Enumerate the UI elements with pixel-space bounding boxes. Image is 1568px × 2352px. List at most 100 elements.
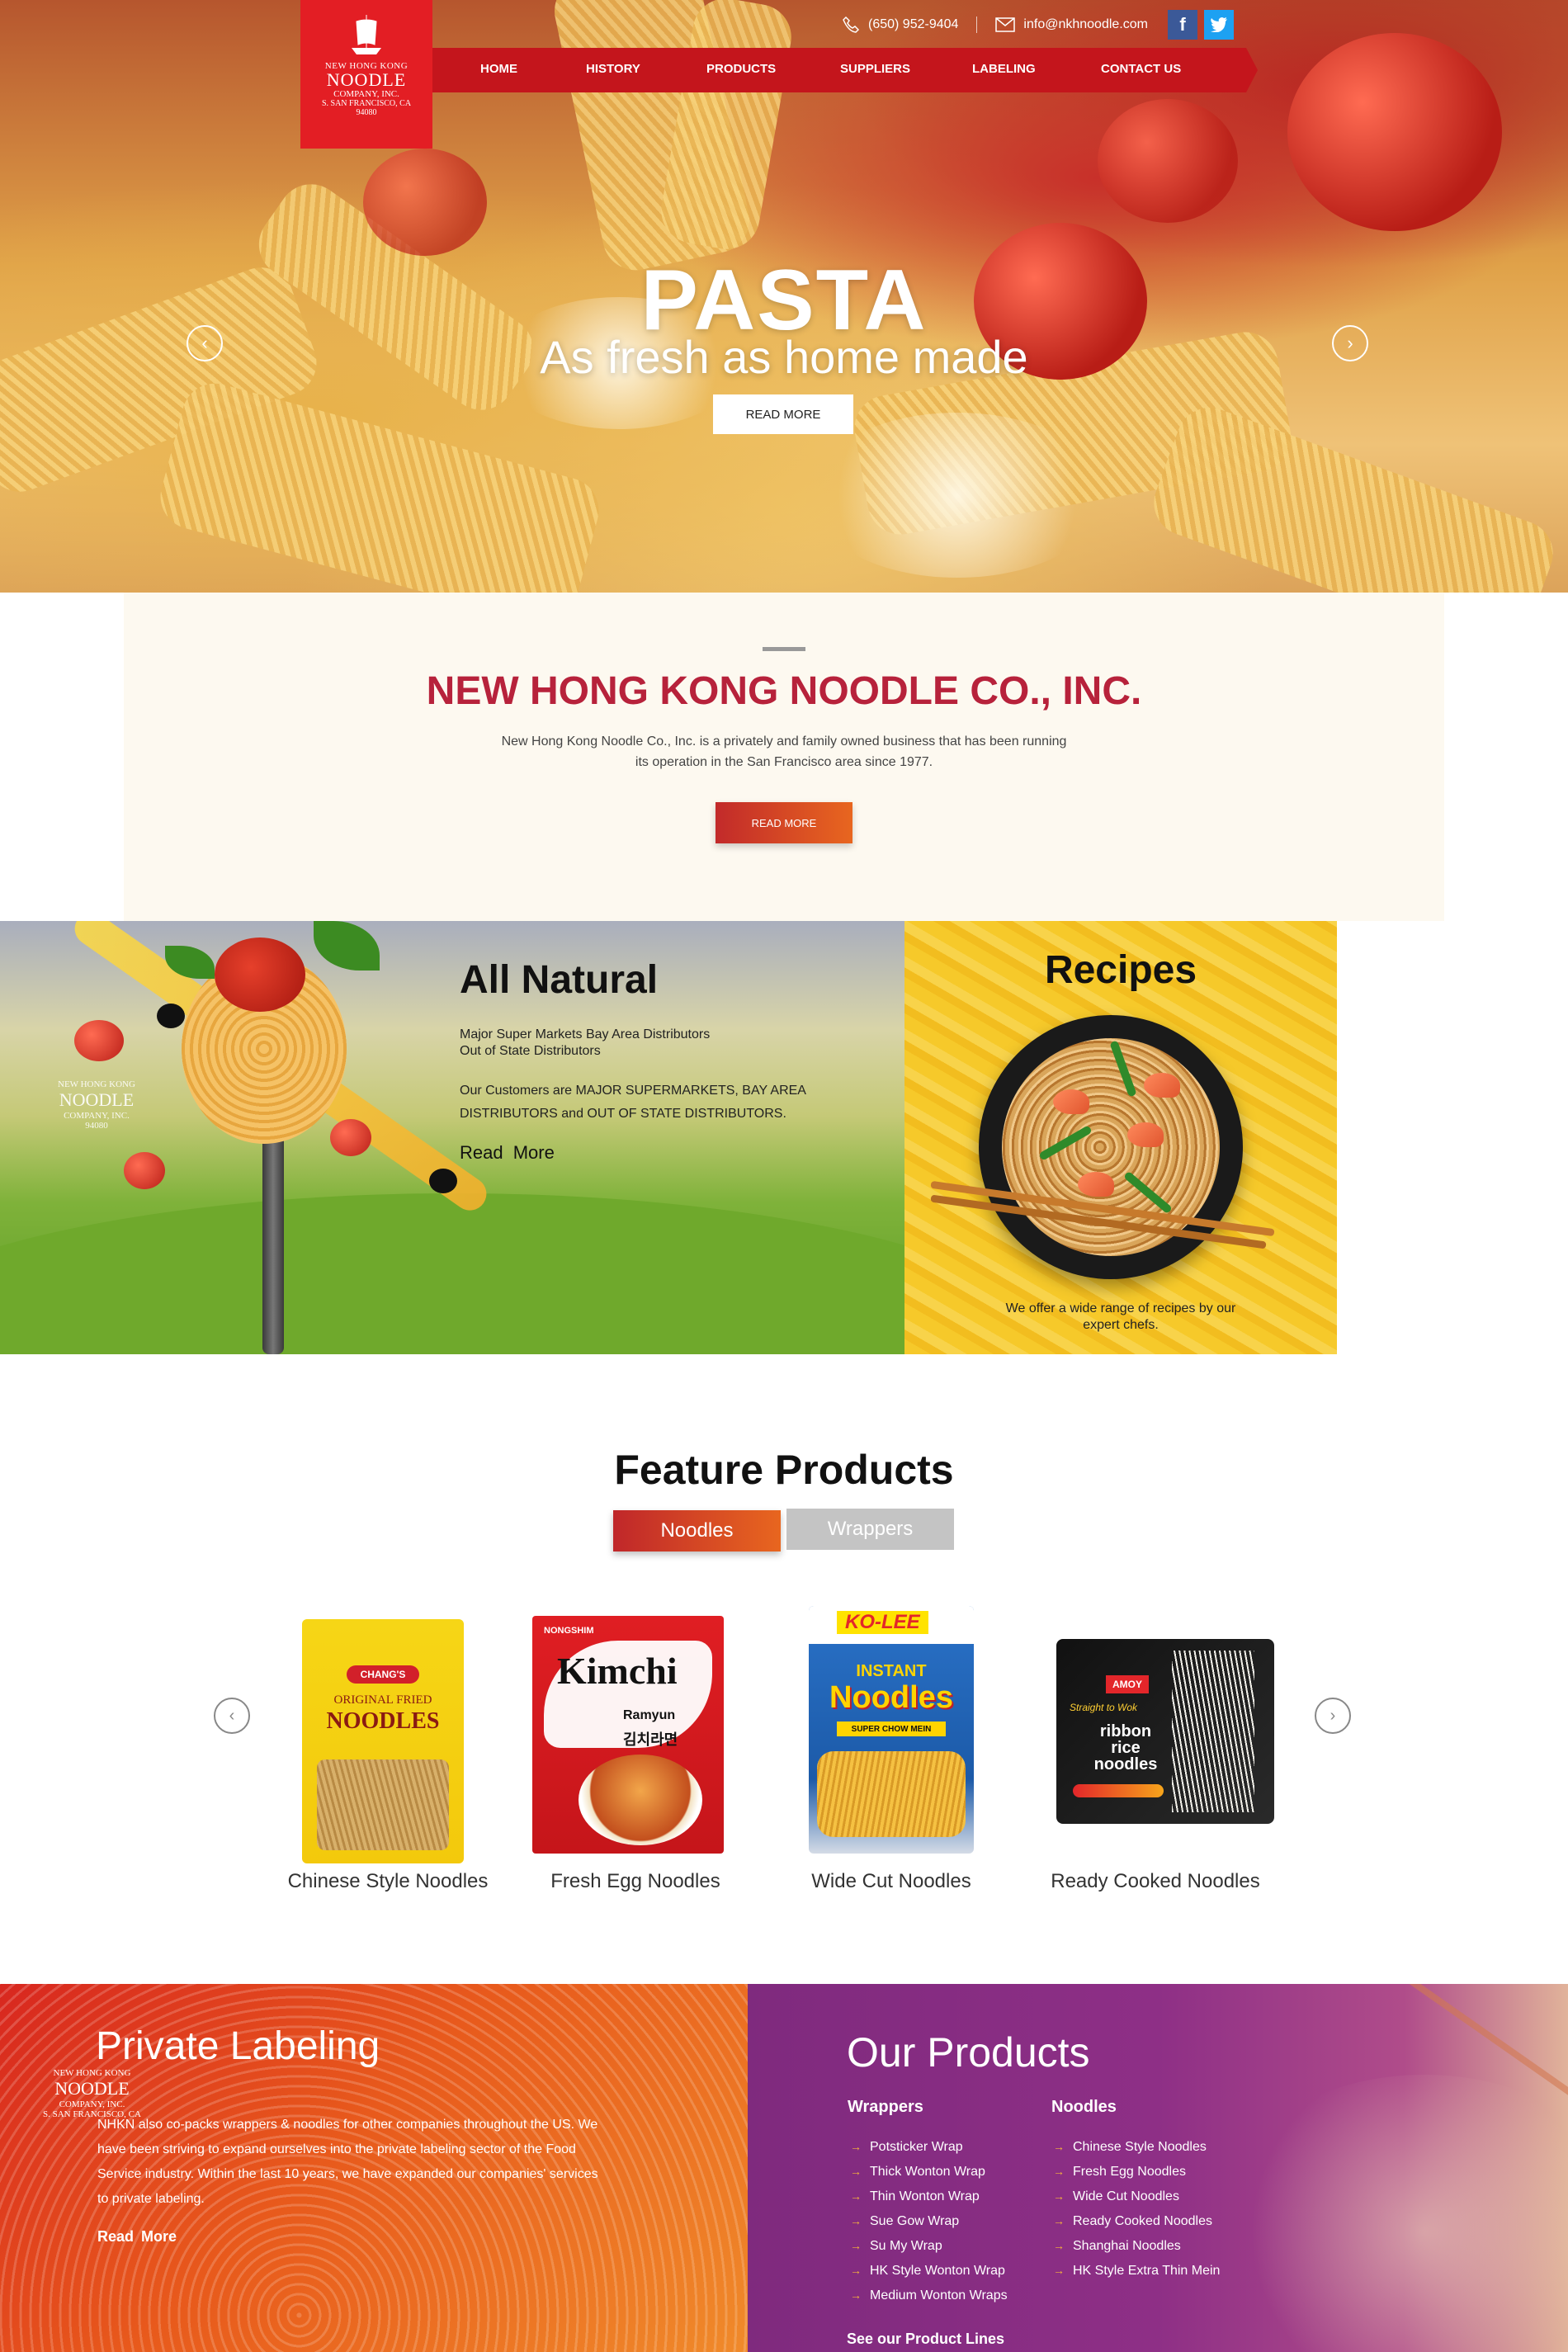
- list-item[interactable]: → Wide Cut Noodles: [1053, 2184, 1220, 2208]
- hero-prev-button[interactable]: ‹: [187, 325, 223, 361]
- site-logo[interactable]: NEW HONG KONG NOODLE COMPANY, INC. S. SA…: [300, 0, 432, 149]
- package-line-1: INSTANT: [856, 1662, 927, 1680]
- logo-line-5: 94080: [356, 108, 377, 117]
- noodle-window-decoration: [317, 1759, 449, 1850]
- nav-labeling[interactable]: LABELING: [972, 62, 1036, 76]
- cheese-decoration: [809, 413, 1106, 578]
- tomato-decoration: [1287, 33, 1502, 231]
- arrow-right-icon: →: [1053, 2165, 1065, 2178]
- products-prev-button[interactable]: ‹: [214, 1698, 250, 1734]
- list-item-label: HK Style Wonton Wrap: [870, 2264, 1005, 2278]
- list-item[interactable]: → Potsticker Wrap: [850, 2134, 1008, 2159]
- nav-suppliers[interactable]: SUPPLIERS: [840, 62, 910, 76]
- all-natural-panel: [0, 921, 904, 1354]
- list-item[interactable]: → Chinese Style Noodles: [1053, 2134, 1220, 2159]
- feature-products-title: Feature Products: [614, 1447, 954, 1493]
- about-title: NEW HONG KONG NOODLE CO., INC.: [426, 669, 1142, 713]
- hero-next-button[interactable]: ›: [1332, 325, 1368, 361]
- main-nav: HOME HISTORY PRODUCTS SUPPLIERS LABELING…: [432, 48, 1258, 92]
- package-line-1: Kimchi: [557, 1650, 678, 1692]
- private-labeling-read-more[interactable]: Read More: [97, 2228, 177, 2246]
- all-natural-read-more[interactable]: Read More: [460, 1142, 555, 1164]
- recipes-title: Recipes: [1044, 948, 1197, 992]
- product-name[interactable]: Wide Cut Noodles: [767, 1870, 1015, 1893]
- list-item[interactable]: → Ready Cooked Noodles: [1053, 2208, 1220, 2233]
- list-item[interactable]: → HK Style Extra Thin Mein: [1053, 2258, 1220, 2283]
- package-line-3: 김치라면: [623, 1731, 678, 1748]
- tomato-decoration: [74, 1020, 124, 1061]
- watermark-line-1: NEW HONG KONG: [53, 2068, 131, 2078]
- package-brand: KO-LEE: [837, 1611, 928, 1634]
- list-item[interactable]: → Sue Gow Wrap: [850, 2208, 1008, 2233]
- all-natural-line-1: Major Super Markets Bay Area Distributor…: [460, 1027, 711, 1041]
- arrow-right-icon: →: [1053, 2264, 1065, 2277]
- list-item[interactable]: → Thick Wonton Wrap: [850, 2159, 1008, 2184]
- list-item[interactable]: → Su My Wrap: [850, 2233, 1008, 2258]
- nav-home[interactable]: HOME: [480, 62, 517, 76]
- email-link[interactable]: info@nkhnoodle.com: [1023, 17, 1148, 32]
- product-name[interactable]: Fresh Egg Noodles: [512, 1870, 759, 1893]
- package-line-3: SUPER CHOW MEIN: [837, 1721, 946, 1736]
- product-name[interactable]: Chinese Style Noodles: [264, 1870, 512, 1893]
- pasta-decoration: [1145, 398, 1562, 593]
- phone-icon: [842, 16, 860, 34]
- logo-line-4: S. SAN FRANCISCO, CA: [321, 99, 412, 108]
- tab-wrappers[interactable]: Wrappers: [786, 1509, 954, 1550]
- contact-topbar: (650) 952-9404 info@nkhnoodle.com f: [842, 8, 1234, 41]
- twitter-icon: [1210, 17, 1227, 32]
- list-item[interactable]: → Fresh Egg Noodles: [1053, 2159, 1220, 2184]
- list-item[interactable]: → HK Style Wonton Wrap: [850, 2258, 1008, 2283]
- all-natural-line-2: Out of State Distributors: [460, 1044, 601, 1058]
- watermark-logo: NEW HONG KONG NOODLE COMPANY, INC. 94080: [58, 1079, 135, 1131]
- nav-history[interactable]: HISTORY: [586, 62, 640, 76]
- list-item-label: Thick Wonton Wrap: [870, 2165, 985, 2179]
- list-item[interactable]: → Shanghai Noodles: [1053, 2233, 1220, 2258]
- arrow-right-icon: →: [850, 2264, 862, 2277]
- noodle-stream-decoration: [1172, 1651, 1254, 1812]
- product-image: AMOY Straight to Wok ribbon rice noodles: [1056, 1639, 1274, 1824]
- phone-number[interactable]: (650) 952-9404: [868, 17, 958, 32]
- sauce-decoration: [215, 937, 305, 1012]
- package-line-2: Ramyun: [623, 1708, 676, 1722]
- nav-contact-us[interactable]: CONTACT US: [1101, 62, 1181, 76]
- twitter-button[interactable]: [1203, 10, 1234, 40]
- product-name[interactable]: Ready Cooked Noodles: [1032, 1870, 1279, 1893]
- list-item[interactable]: → Thin Wonton Wrap: [850, 2184, 1008, 2208]
- watermark-line-3: COMPANY, INC.: [64, 1111, 130, 1121]
- facebook-icon: f: [1179, 14, 1186, 35]
- nav-products[interactable]: PRODUCTS: [706, 62, 776, 76]
- arrow-right-icon: →: [1053, 2140, 1065, 2153]
- private-labeling-text: NHKN also co-packs wrappers & noodles fo…: [97, 2118, 598, 2206]
- chevron-right-icon: ›: [1347, 333, 1353, 353]
- grass-decoration: [0, 1193, 904, 1354]
- hero-read-more-button[interactable]: READ MORE: [713, 394, 853, 434]
- logo-line-3: COMPANY, INC.: [333, 89, 399, 99]
- chevron-left-icon: ‹: [229, 1706, 235, 1725]
- arrow-right-icon: →: [1053, 2239, 1065, 2252]
- watermark-logo: NEW HONG KONG NOODLE COMPANY, INC. S. SA…: [43, 2068, 141, 2119]
- noodles-list: → Chinese Style Noodles → Fresh Egg Noodle…: [1053, 2134, 1220, 2283]
- watermark-line-2: NOODLE: [54, 2078, 130, 2099]
- arrow-right-icon: →: [850, 2214, 862, 2227]
- mail-icon: [995, 17, 1016, 32]
- list-item-label: Sue Gow Wrap: [870, 2214, 960, 2228]
- package-line-1: Straight to Wok: [1070, 1702, 1138, 1713]
- products-next-button[interactable]: ›: [1315, 1698, 1351, 1734]
- arrow-right-icon: →: [850, 2239, 862, 2252]
- arrow-right-icon: →: [850, 2140, 862, 2153]
- watermark-line-4: 94080: [85, 1121, 108, 1131]
- list-item[interactable]: → Medium Wonton Wraps: [850, 2283, 1008, 2307]
- about-text: New Hong Kong Noodle Co., Inc. is a priv…: [501, 734, 1067, 769]
- arrow-right-icon: →: [850, 2288, 862, 2302]
- see-product-lines-link[interactable]: See our Product Lines: [847, 2331, 1004, 2348]
- about-read-more-button[interactable]: READ MORE: [716, 802, 852, 843]
- recipes-panel[interactable]: Recipes We offer a wide range of recipes…: [904, 921, 1337, 1354]
- product-image: KO-LEE INSTANT Noodles SUPER CHOW MEIN: [809, 1606, 974, 1854]
- list-item-label: Su My Wrap: [870, 2239, 942, 2253]
- package-wave-decoration: [1073, 1784, 1164, 1797]
- about-section: NEW HONG KONG NOODLE CO., INC. New Hong …: [124, 593, 1444, 921]
- recipes-text: We offer a wide range of recipes by our …: [1005, 1301, 1236, 1332]
- facebook-button[interactable]: f: [1167, 10, 1197, 40]
- tomato-decoration: [363, 149, 487, 256]
- tab-noodles[interactable]: Noodles: [613, 1510, 781, 1551]
